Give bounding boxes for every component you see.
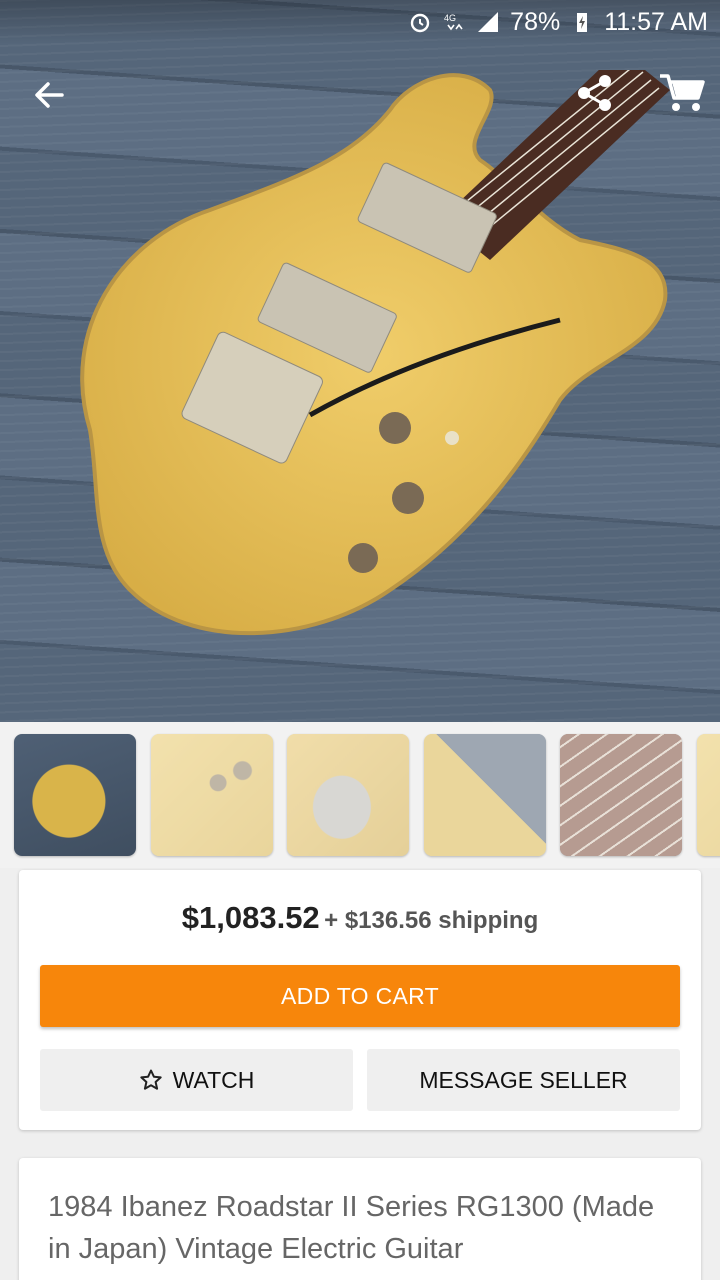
add-to-cart-button[interactable]: ADD TO CART xyxy=(40,965,680,1027)
status-bar: 4G 78% 11:57 AM xyxy=(0,0,720,44)
purchase-card: $1,083.52 + $136.56 shipping ADD TO CART… xyxy=(19,870,701,1130)
price-row: $1,083.52 + $136.56 shipping xyxy=(19,900,701,936)
watch-label: WATCH xyxy=(172,1066,255,1093)
message-seller-label: MESSAGE SELLER xyxy=(419,1066,628,1093)
thumbnail-5[interactable] xyxy=(560,734,682,856)
add-to-cart-label: ADD TO CART xyxy=(281,982,439,1009)
guitar-photo xyxy=(80,70,670,636)
share-icon[interactable] xyxy=(572,70,618,116)
top-action-bar xyxy=(0,64,720,120)
svg-text:4G: 4G xyxy=(444,13,456,23)
shipping-cost: + $136.56 shipping xyxy=(324,907,539,934)
signal-icon xyxy=(478,12,499,32)
thumbnail-2[interactable] xyxy=(151,734,273,856)
battery-charging-icon xyxy=(577,13,588,32)
thumbnail-strip[interactable] xyxy=(0,722,720,868)
thumbnail-6[interactable] xyxy=(697,734,720,856)
star-outline-icon xyxy=(139,1069,162,1090)
item-title: 1984 Ibanez Roadstar II Series RG1300 (M… xyxy=(48,1191,655,1265)
alarm-icon xyxy=(410,13,430,33)
product-main-image[interactable]: 4G 78% 11:57 AM xyxy=(0,0,720,722)
battery-percent: 78% xyxy=(510,7,561,36)
lte-icon: 4G xyxy=(444,13,463,31)
thumbnail-1[interactable] xyxy=(14,734,136,856)
item-price: $1,083.52 xyxy=(181,900,320,935)
thumbnail-3[interactable] xyxy=(287,734,409,856)
thumbnail-4[interactable] xyxy=(424,734,546,856)
clock: 11:57 AM xyxy=(604,7,708,36)
title-card: 1984 Ibanez Roadstar II Series RG1300 (M… xyxy=(19,1158,701,1280)
watch-button[interactable]: WATCH xyxy=(40,1049,353,1111)
back-arrow-icon[interactable] xyxy=(26,72,72,118)
message-seller-button[interactable]: MESSAGE SELLER xyxy=(367,1049,680,1111)
cart-icon[interactable] xyxy=(656,70,706,116)
